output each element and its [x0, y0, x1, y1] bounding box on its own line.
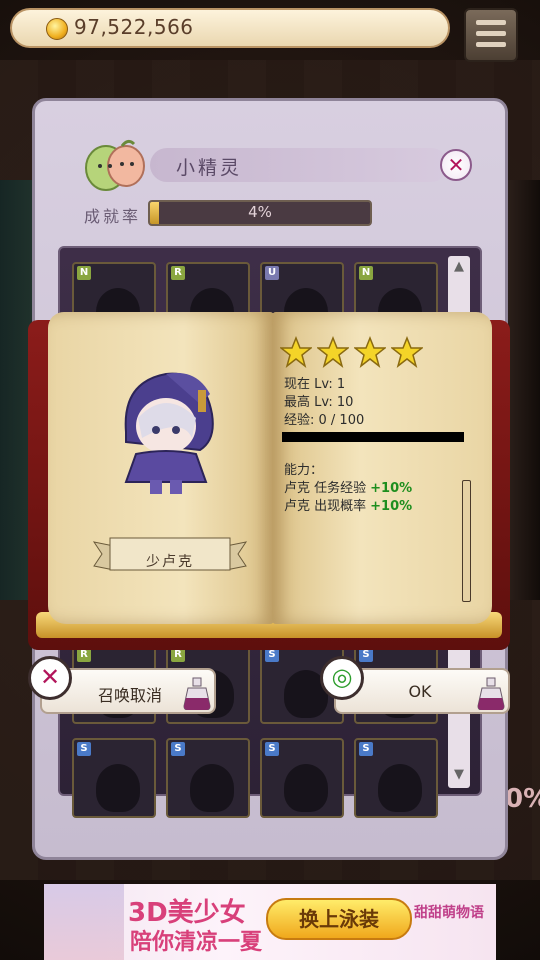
- fairy-silhouette: [96, 764, 140, 812]
- fairy-silhouette: [284, 764, 328, 812]
- skill-line: 卢克 任务经验 +10%: [284, 477, 412, 496]
- rank-badge: S: [265, 742, 279, 756]
- hamburger-icon-line: [476, 42, 506, 47]
- max-level: 最高 Lv: 10: [284, 395, 354, 410]
- star-icon: [391, 336, 423, 368]
- rank-badge: N: [359, 266, 373, 280]
- cancel-icon[interactable]: ✕: [28, 656, 72, 700]
- current-level: 现在 Lv: 1: [284, 377, 346, 392]
- fairy-silhouette: [378, 764, 422, 812]
- panel-title: 小精灵: [176, 157, 243, 179]
- star-icon: [354, 336, 386, 368]
- rank-badge: R: [171, 648, 185, 662]
- page-scrollbar[interactable]: [462, 480, 471, 602]
- fairy-slot[interactable]: S: [354, 738, 438, 818]
- rank-badge: N: [77, 266, 91, 280]
- fairy-slot[interactable]: S: [166, 738, 250, 818]
- gold-coin-icon: [46, 18, 68, 40]
- skill-bonus: +10%: [370, 499, 413, 514]
- skill-bonus: +10%: [370, 481, 413, 496]
- scroll-down-icon[interactable]: ▼: [450, 766, 468, 784]
- rank-badge: S: [359, 648, 373, 662]
- star-icon: [280, 336, 312, 368]
- ok-label: OK: [408, 682, 432, 701]
- rank-badge: R: [171, 266, 185, 280]
- ad-logo: 甜甜萌物语: [414, 905, 484, 921]
- potion-icon: [183, 677, 211, 710]
- skill-text: 卢克 出现概率: [284, 499, 367, 514]
- star-icon: [317, 336, 349, 368]
- fairy-icon: [85, 139, 145, 191]
- rank-badge: U: [265, 266, 279, 280]
- close-button[interactable]: ✕: [440, 149, 472, 181]
- hamburger-icon-line: [476, 31, 506, 36]
- currency-amount: 97,522,566: [74, 15, 194, 39]
- side-right-decoration: [508, 180, 540, 600]
- ad-cta-button[interactable]: 换上泳装: [266, 898, 412, 940]
- rank-badge: S: [77, 742, 91, 756]
- skill-text: 卢克 任务经验: [284, 481, 367, 496]
- fairy-slot[interactable]: S: [72, 738, 156, 818]
- ability-label: 能力：: [284, 463, 324, 478]
- side-percent-text: 0%: [505, 784, 540, 814]
- cancel-summon-label: 召唤取消: [97, 686, 162, 705]
- fairy-silhouette: [190, 764, 234, 812]
- completion-rate-label: 成就率: [84, 207, 142, 226]
- potion-icon: [477, 677, 505, 710]
- ad-image: [44, 884, 124, 960]
- completion-rate-value: 4%: [248, 203, 272, 221]
- hamburger-icon: [476, 20, 506, 25]
- rank-badge: S: [359, 742, 373, 756]
- confirm-icon[interactable]: ◎: [320, 656, 364, 700]
- fairy-portrait: [124, 372, 214, 494]
- rank-badge: S: [171, 742, 185, 756]
- ad-subtitle: 陪你清凉一夏: [130, 930, 263, 955]
- skill-line: 卢克 出现概率 +10%: [284, 495, 412, 514]
- experience: 经验: 0 / 100: [284, 413, 365, 428]
- rank-badge: R: [77, 648, 91, 662]
- scroll-up-icon[interactable]: ▲: [450, 258, 468, 276]
- fairy-slot[interactable]: S: [260, 738, 344, 818]
- experience-bar: [282, 432, 464, 442]
- fairy-name: 少卢克: [146, 554, 194, 570]
- rank-badge: S: [265, 648, 279, 662]
